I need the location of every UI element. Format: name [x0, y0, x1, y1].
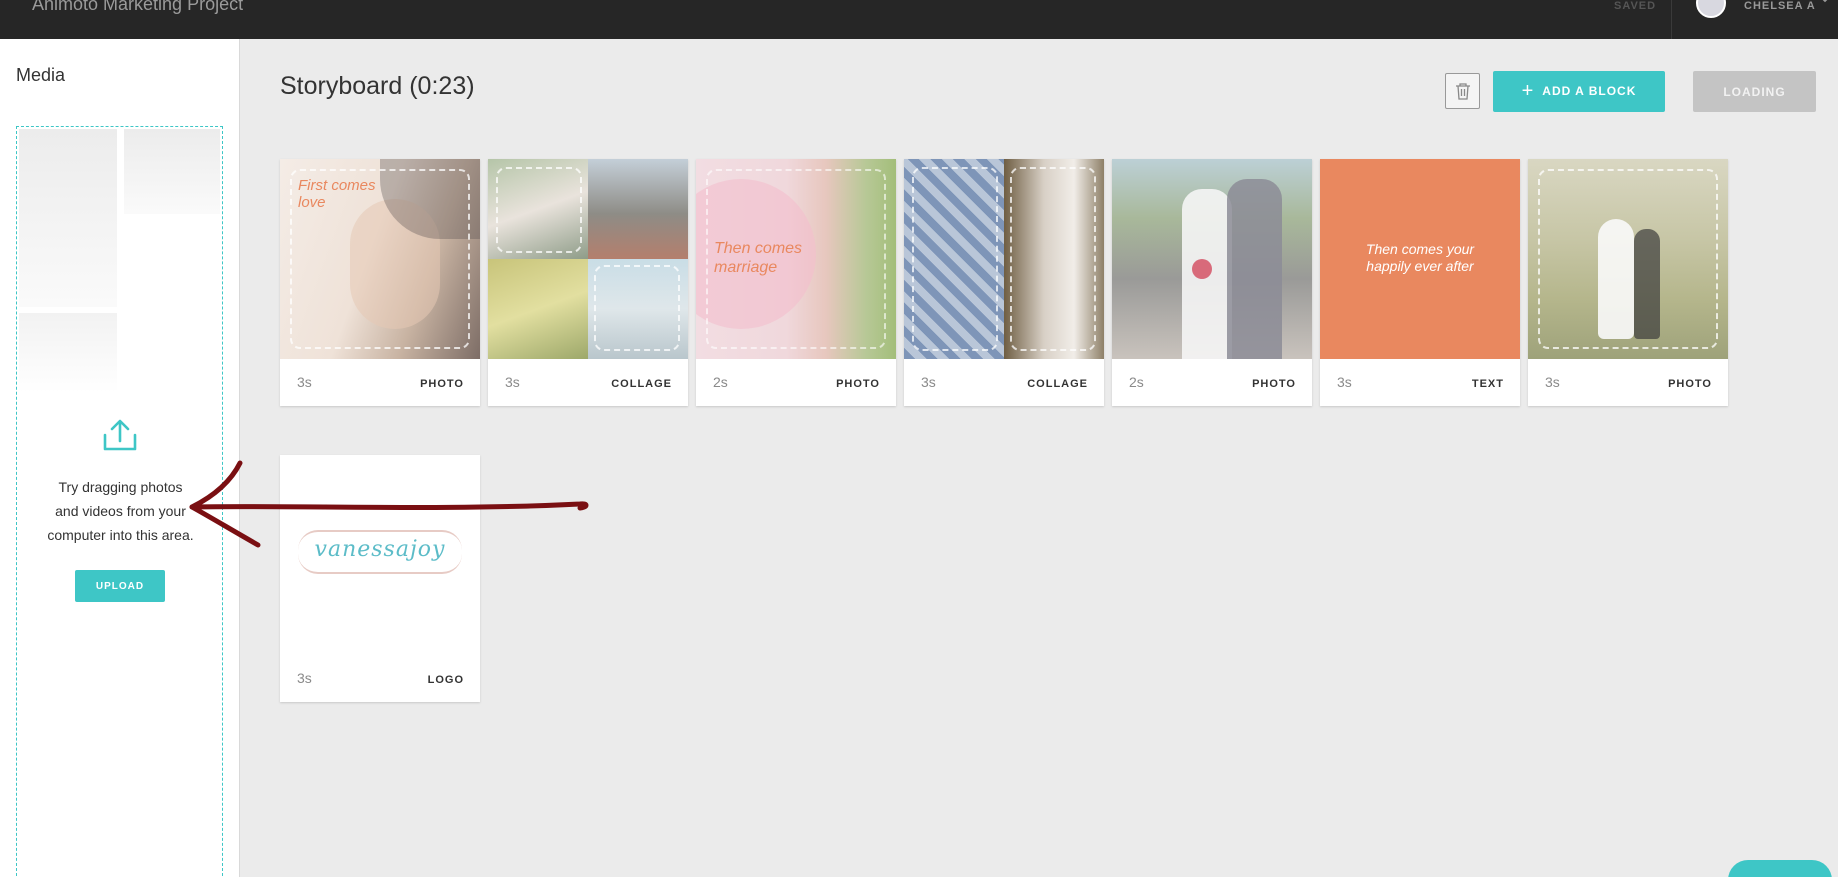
storyboard-title: Storyboard (0:23) [280, 72, 475, 100]
topbar-divider [1671, 0, 1672, 39]
media-placeholder [19, 129, 117, 307]
help-chat-button[interactable] [1728, 860, 1832, 877]
block-caption: Then comes your happily ever after [1365, 241, 1475, 274]
saved-status: SAVED [1614, 0, 1657, 12]
add-block-button[interactable]: + ADD A BLOCK [1493, 71, 1665, 112]
block-thumbnail [1528, 159, 1728, 359]
block-type: COLLAGE [1027, 378, 1088, 390]
block-duration: 3s [921, 374, 936, 390]
block-thumbnail: vanessajoy [280, 455, 480, 655]
media-placeholder [19, 313, 117, 393]
delete-button[interactable] [1445, 73, 1480, 109]
storyboard-block[interactable]: Then comes your happily ever after 3s TE… [1320, 159, 1520, 406]
storyboard-block[interactable]: vanessajoy 3s LOGO [280, 455, 480, 702]
upload-button[interactable]: UPLOAD [75, 570, 165, 602]
upload-icon [103, 419, 137, 451]
storyboard-block[interactable]: 3s COLLAGE [904, 159, 1104, 406]
block-type: PHOTO [1668, 378, 1712, 390]
dropzone-hint-line: computer into this area. [47, 527, 194, 543]
storyboard-block[interactable]: 3s PHOTO [1528, 159, 1728, 406]
block-duration: 3s [297, 374, 312, 390]
plus-icon: + [1521, 80, 1535, 102]
trash-icon [1456, 83, 1470, 100]
block-thumbnail [488, 159, 688, 359]
block-caption: First comes love [298, 177, 376, 211]
avatar[interactable] [1696, 0, 1726, 18]
block-type: PHOTO [420, 378, 464, 390]
media-dropzone[interactable]: Try dragging photos and videos from your… [16, 126, 223, 877]
block-duration: 3s [1337, 374, 1352, 390]
media-placeholder [124, 129, 220, 214]
loading-button[interactable]: LOADING [1693, 71, 1816, 112]
block-duration: 3s [297, 670, 312, 686]
block-duration: 2s [713, 374, 728, 390]
block-type: PHOTO [836, 378, 880, 390]
block-type: PHOTO [1252, 378, 1296, 390]
block-duration: 3s [1545, 374, 1560, 390]
username[interactable]: CHELSEA A [1744, 0, 1816, 12]
dropzone-hint-line: and videos from your [55, 503, 186, 519]
block-thumbnail [1112, 159, 1312, 359]
block-type: LOGO [427, 674, 464, 686]
storyboard-block[interactable]: 3s COLLAGE [488, 159, 688, 406]
storyboard-block[interactable]: First comes love 3s PHOTO [280, 159, 480, 406]
block-thumbnail: Then comes marriage [696, 159, 896, 359]
media-title: Media [16, 65, 66, 85]
block-caption: Then comes marriage [714, 240, 803, 276]
block-thumbnail [904, 159, 1104, 359]
top-bar: Animoto Marketing Project SAVED CHELSEA … [0, 0, 1838, 39]
block-thumbnail: First comes love [280, 159, 480, 359]
block-type: COLLAGE [611, 378, 672, 390]
storyboard-block[interactable]: 2s PHOTO [1112, 159, 1312, 406]
block-duration: 3s [505, 374, 520, 390]
chevron-down-icon[interactable] [1818, 0, 1832, 6]
logo-text: vanessajoy [314, 537, 446, 562]
storyboard-block[interactable]: Then comes marriage 2s PHOTO [696, 159, 896, 406]
dropzone-hint-line: Try dragging photos [58, 479, 183, 495]
project-title[interactable]: Animoto Marketing Project [32, 0, 243, 15]
block-duration: 2s [1129, 374, 1144, 390]
dropzone-hint: Try dragging photos and videos from your… [17, 475, 224, 547]
block-type: TEXT [1471, 378, 1504, 390]
add-block-label: ADD A BLOCK [1542, 84, 1637, 98]
block-thumbnail: Then comes your happily ever after [1320, 159, 1520, 359]
media-sidebar: Media Try dragging photos and videos fro… [0, 39, 240, 877]
